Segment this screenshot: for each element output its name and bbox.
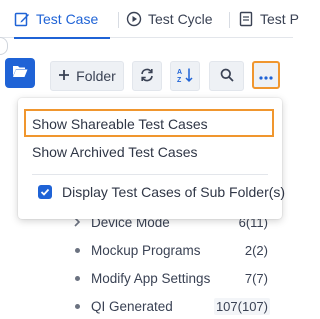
menu-divider [32, 174, 268, 175]
tab-test-cycle[interactable]: Test Cycle [126, 0, 213, 38]
more-horizontal-icon [259, 67, 273, 83]
tree-item-count: 7(7) [242, 269, 270, 287]
sort-icon: A Z [176, 67, 194, 86]
tab-divider [118, 12, 119, 28]
menu-item-label: Show Archived Test Cases [32, 144, 198, 160]
tree-item-count: 2(2) [242, 241, 270, 259]
tab-label: Test P [260, 11, 299, 27]
play-circle-icon [126, 11, 142, 27]
refresh-button[interactable] [132, 61, 162, 91]
checkbox-checked-icon[interactable] [38, 185, 52, 199]
tab-bar: Test Case Test Cycle Test P [0, 0, 299, 39]
tab-label: Test Cycle [148, 11, 213, 27]
bullet-icon [70, 303, 84, 309]
plus-icon [58, 68, 70, 84]
folder-tree-toggle-button[interactable] [5, 58, 35, 88]
tab-test-plan[interactable]: Test P [238, 0, 299, 38]
more-options-menu: Show Shareable Test Cases Show Archived … [18, 98, 286, 219]
sort-button[interactable]: A Z [170, 61, 200, 91]
search-button[interactable] [209, 61, 244, 91]
tree-item-label: Modify App Settings [91, 270, 211, 286]
svg-text:A: A [177, 69, 182, 76]
bullet-icon [70, 275, 84, 281]
tree-item-qi-generated[interactable]: QI Generated 107(107) [70, 294, 270, 318]
tree-item-modify-app-settings[interactable]: Modify App Settings 7(7) [70, 266, 270, 290]
tab-test-case[interactable]: Test Case [14, 0, 110, 39]
panel-collapse-handle[interactable] [0, 37, 8, 55]
menu-item-display-subfolders[interactable]: Display Test Cases of Sub Folder(s) [18, 178, 286, 206]
menu-item-label: Display Test Cases of Sub Folder(s) [62, 184, 286, 200]
document-icon [238, 11, 254, 27]
more-options-button[interactable] [252, 61, 280, 89]
menu-item-label: Show Shareable Test Cases [32, 116, 208, 132]
add-folder-button[interactable]: Folder [50, 61, 124, 91]
tab-divider [229, 12, 230, 28]
search-icon [220, 68, 234, 85]
edit-icon [14, 11, 30, 27]
tree-item-count: 107(107) [213, 297, 270, 315]
tree-item-label: QI Generated [91, 298, 173, 314]
tree-item-label: Mockup Programs [91, 242, 201, 258]
refresh-icon [139, 67, 155, 86]
add-folder-label: Folder [76, 68, 116, 84]
folder-open-icon [12, 64, 28, 83]
svg-text:Z: Z [177, 77, 182, 83]
bullet-icon [70, 247, 84, 253]
menu-item-show-archived[interactable]: Show Archived Test Cases [18, 138, 282, 166]
tab-label: Test Case [36, 11, 99, 27]
tree-item-mockup-programs[interactable]: Mockup Programs 2(2) [70, 238, 270, 262]
menu-item-show-shareable[interactable]: Show Shareable Test Cases [18, 110, 282, 138]
